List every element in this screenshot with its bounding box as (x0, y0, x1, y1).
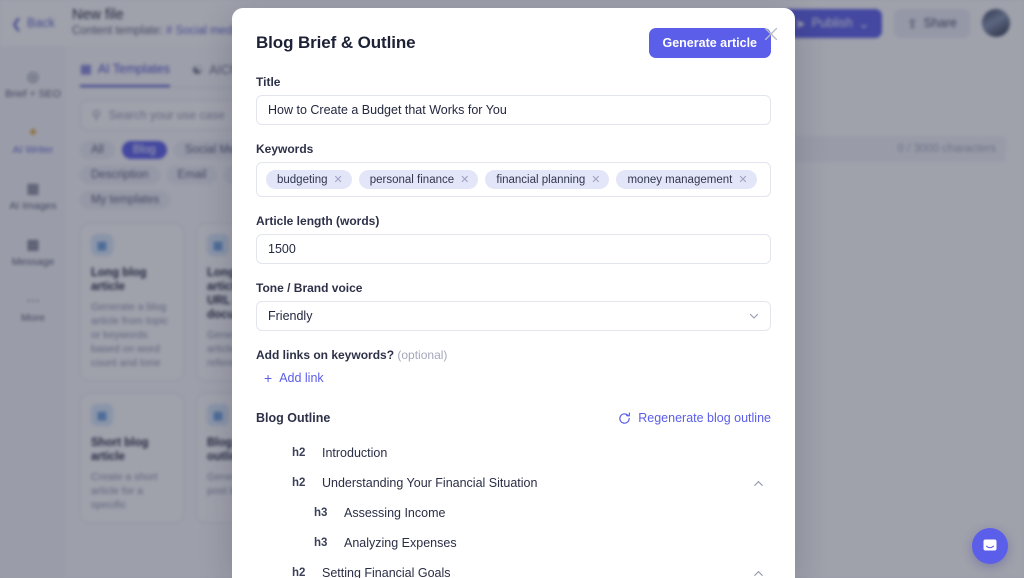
close-icon[interactable] (762, 25, 780, 43)
remove-keyword-icon[interactable]: ✕ (460, 173, 469, 186)
blog-brief-modal: Blog Brief & Outline Generate article Ti… (232, 8, 795, 578)
remove-keyword-icon[interactable]: ✕ (591, 173, 600, 186)
page-title: Blog Brief & Outline (256, 33, 416, 53)
title-input[interactable] (256, 95, 771, 125)
add-links-field-label: Add links on keywords? (optional) (256, 348, 771, 362)
generate-article-button[interactable]: Generate article (649, 28, 772, 58)
chevron-up-icon[interactable] (752, 477, 765, 490)
intercom-launcher-button[interactable] (972, 528, 1008, 564)
outline-text: Analyzing Expenses (344, 536, 457, 550)
outline-tag: h2 (292, 447, 322, 459)
outline-row[interactable]: h3 Analyzing Expenses (256, 528, 771, 558)
tone-selected-value: Friendly (268, 309, 312, 323)
outline-header: Blog Outline Regenerate blog outline (256, 411, 771, 425)
outline-text: Understanding Your Financial Situation (322, 476, 537, 490)
outline-text: Assessing Income (344, 506, 445, 520)
keyword-label: budgeting (277, 174, 328, 186)
chevron-up-icon[interactable] (752, 567, 765, 578)
regenerate-outline-label: Regenerate blog outline (638, 411, 771, 425)
remove-keyword-icon[interactable]: ✕ (738, 173, 747, 186)
chat-bubble-icon (981, 537, 999, 555)
outline-row[interactable]: h2 Setting Financial Goals (256, 558, 771, 578)
regenerate-outline-button[interactable]: Regenerate blog outline (618, 411, 771, 425)
keywords-input[interactable]: budgeting ✕ personal finance ✕ financial… (256, 162, 771, 197)
outline-row[interactable]: h2 Understanding Your Financial Situatio… (256, 468, 771, 498)
title-field-label: Title (256, 75, 771, 89)
add-link-button[interactable]: + Add link (256, 371, 324, 385)
outline-text: Setting Financial Goals (322, 566, 451, 578)
outline-tag: h2 (292, 477, 322, 489)
modal-header: Blog Brief & Outline Generate article (256, 28, 771, 58)
tone-field-label: Tone / Brand voice (256, 281, 771, 295)
plus-icon: + (264, 371, 272, 385)
outline-text: Introduction (322, 446, 387, 460)
refresh-icon (618, 412, 631, 425)
keyword-chip[interactable]: financial planning ✕ (485, 170, 609, 189)
outline-tag: h3 (314, 507, 344, 519)
outline-tag: h2 (292, 567, 322, 578)
remove-keyword-icon[interactable]: ✕ (334, 173, 343, 186)
keyword-chip[interactable]: budgeting ✕ (266, 170, 352, 189)
tone-select[interactable]: Friendly (256, 301, 771, 331)
outline-heading: Blog Outline (256, 411, 330, 425)
outline-row[interactable]: h2 Introduction (256, 438, 771, 468)
outline-row[interactable]: h3 Assessing Income (256, 498, 771, 528)
keyword-label: money management (627, 174, 732, 186)
keyword-label: financial planning (496, 174, 585, 186)
article-length-field-label: Article length (words) (256, 214, 771, 228)
keywords-field-label: Keywords (256, 142, 771, 156)
optional-hint: (optional) (397, 348, 447, 362)
add-links-text: Add links on keywords? (256, 348, 394, 362)
keyword-chip[interactable]: money management ✕ (616, 170, 756, 189)
outline-tag: h3 (314, 537, 344, 549)
add-link-label: Add link (279, 371, 323, 385)
outline-list: h2 Introduction h2 Understanding Your Fi… (256, 438, 771, 578)
article-length-input[interactable] (256, 234, 771, 264)
keyword-label: personal finance (370, 174, 454, 186)
keyword-chip[interactable]: personal finance ✕ (359, 170, 479, 189)
